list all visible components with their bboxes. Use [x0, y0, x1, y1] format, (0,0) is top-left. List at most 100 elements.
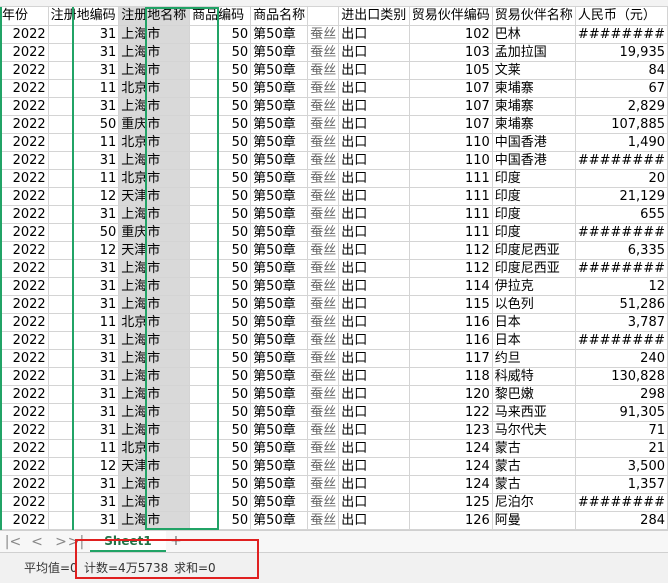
- table-cell[interactable]: 124: [409, 457, 493, 476]
- table-cell[interactable]: 第50章: [250, 439, 309, 458]
- table-cell[interactable]: 出口: [338, 457, 410, 476]
- table-cell[interactable]: 11: [48, 439, 120, 458]
- table-cell[interactable]: 柬埔寨: [492, 79, 576, 98]
- table-cell[interactable]: 2022: [0, 133, 49, 152]
- table-cell[interactable]: 蚕丝: [307, 457, 340, 476]
- table-cell[interactable]: 112: [409, 241, 493, 260]
- table-cell[interactable]: 2022: [0, 511, 49, 530]
- table-cell[interactable]: 50: [189, 79, 252, 98]
- add-sheet-button[interactable]: +: [168, 532, 184, 550]
- table-cell[interactable]: 黎巴嫩: [492, 385, 576, 404]
- table-cell[interactable]: 蚕丝: [307, 367, 340, 386]
- table-cell[interactable]: 尼泊尔: [492, 493, 576, 512]
- table-cell[interactable]: 122: [409, 403, 493, 422]
- table-cell[interactable]: 31: [48, 349, 120, 368]
- table-cell[interactable]: 出口: [338, 367, 410, 386]
- header-cell[interactable]: 商品编码: [189, 7, 252, 26]
- table-cell[interactable]: 蚕丝: [307, 61, 340, 80]
- table-cell[interactable]: 天津市: [118, 187, 191, 206]
- table-cell[interactable]: 2022: [0, 421, 49, 440]
- table-cell[interactable]: 31: [48, 511, 120, 530]
- table-cell[interactable]: 12: [48, 241, 120, 260]
- table-cell[interactable]: 第50章: [250, 277, 309, 296]
- table-cell[interactable]: 第50章: [250, 97, 309, 116]
- table-cell[interactable]: 孟加拉国: [492, 43, 576, 62]
- table-cell[interactable]: ########: [575, 331, 668, 350]
- table-cell[interactable]: 北京市: [118, 79, 191, 98]
- table-cell[interactable]: 50: [189, 313, 252, 332]
- table-cell[interactable]: 蚕丝: [307, 385, 340, 404]
- table-cell[interactable]: 出口: [338, 421, 410, 440]
- table-cell[interactable]: 50: [189, 241, 252, 260]
- header-cell[interactable]: 注册地名称: [118, 7, 191, 26]
- table-cell[interactable]: 50: [189, 205, 252, 224]
- table-cell[interactable]: 31: [48, 367, 120, 386]
- table-cell[interactable]: 出口: [338, 277, 410, 296]
- table-cell[interactable]: 84: [575, 61, 668, 80]
- table-cell[interactable]: 12: [48, 457, 120, 476]
- table-cell[interactable]: 约旦: [492, 349, 576, 368]
- header-cell-spacer[interactable]: [307, 7, 340, 26]
- table-cell[interactable]: 31: [48, 259, 120, 278]
- first-sheet-arrow-icon[interactable]: |<: [4, 533, 22, 551]
- prev-sheet-arrow-icon[interactable]: <: [28, 533, 46, 551]
- table-cell[interactable]: 上海市: [118, 295, 191, 314]
- table-cell[interactable]: 蚕丝: [307, 169, 340, 188]
- table-cell[interactable]: 中国香港: [492, 151, 576, 170]
- table-cell[interactable]: 阿曼: [492, 511, 576, 530]
- table-cell[interactable]: 印度: [492, 223, 576, 242]
- spreadsheet-area[interactable]: 年份 注册地编码 注册地名称 商品编码 商品名称 进出口类别 贸易伙伴编码 贸易伙伴名称 人民币…: [0, 0, 668, 530]
- table-cell[interactable]: 67: [575, 79, 668, 98]
- table-cell[interactable]: 107: [409, 115, 493, 134]
- table-cell[interactable]: 第50章: [250, 169, 309, 188]
- table-cell[interactable]: 第50章: [250, 133, 309, 152]
- table-cell[interactable]: 2022: [0, 79, 49, 98]
- table-cell[interactable]: 蚕丝: [307, 421, 340, 440]
- table-cell[interactable]: 出口: [338, 115, 410, 134]
- table-cell[interactable]: 21: [575, 439, 668, 458]
- table-cell[interactable]: 50: [189, 493, 252, 512]
- table-cell[interactable]: 出口: [338, 385, 410, 404]
- table-cell[interactable]: 31: [48, 421, 120, 440]
- table-cell[interactable]: 50: [189, 421, 252, 440]
- table-cell[interactable]: 111: [409, 223, 493, 242]
- last-sheet-arrow-icon[interactable]: >|: [66, 533, 86, 551]
- table-cell[interactable]: 117: [409, 349, 493, 368]
- header-cell[interactable]: 人民币（元）: [575, 7, 668, 26]
- table-cell[interactable]: 蚕丝: [307, 313, 340, 332]
- table-cell[interactable]: 出口: [338, 439, 410, 458]
- table-cell[interactable]: 出口: [338, 169, 410, 188]
- table-cell[interactable]: 第50章: [250, 421, 309, 440]
- table-cell[interactable]: 298: [575, 385, 668, 404]
- table-cell[interactable]: 出口: [338, 133, 410, 152]
- table-cell[interactable]: 印度: [492, 205, 576, 224]
- table-cell[interactable]: 第50章: [250, 313, 309, 332]
- table-cell[interactable]: 50: [189, 403, 252, 422]
- table-cell[interactable]: 马尔代夫: [492, 421, 576, 440]
- table-cell[interactable]: 上海市: [118, 277, 191, 296]
- table-cell[interactable]: 12: [48, 187, 120, 206]
- table-cell[interactable]: 105: [409, 61, 493, 80]
- table-cell[interactable]: 重庆市: [118, 115, 191, 134]
- table-cell[interactable]: ########: [575, 493, 668, 512]
- table-cell[interactable]: 第50章: [250, 61, 309, 80]
- table-cell[interactable]: 2022: [0, 475, 49, 494]
- table-cell[interactable]: 蒙古: [492, 457, 576, 476]
- table-cell[interactable]: 蚕丝: [307, 25, 340, 44]
- table-cell[interactable]: 第50章: [250, 187, 309, 206]
- table-cell[interactable]: 31: [48, 151, 120, 170]
- table-cell[interactable]: 马来西亚: [492, 403, 576, 422]
- table-cell[interactable]: 50: [189, 43, 252, 62]
- table-cell[interactable]: 印度: [492, 169, 576, 188]
- data-grid[interactable]: 年份 注册地编码 注册地名称 商品编码 商品名称 进出口类别 贸易伙伴编码 贸易伙伴名称 人民币…: [0, 7, 668, 530]
- table-cell[interactable]: 印度尼西亚: [492, 241, 576, 260]
- table-cell[interactable]: 出口: [338, 223, 410, 242]
- table-cell[interactable]: 中国香港: [492, 133, 576, 152]
- table-cell[interactable]: ########: [575, 223, 668, 242]
- table-cell[interactable]: 出口: [338, 25, 410, 44]
- table-cell[interactable]: 2022: [0, 403, 49, 422]
- table-cell[interactable]: 蚕丝: [307, 349, 340, 368]
- table-cell[interactable]: 2022: [0, 295, 49, 314]
- header-cell[interactable]: 商品名称: [250, 7, 309, 26]
- table-cell[interactable]: 第50章: [250, 475, 309, 494]
